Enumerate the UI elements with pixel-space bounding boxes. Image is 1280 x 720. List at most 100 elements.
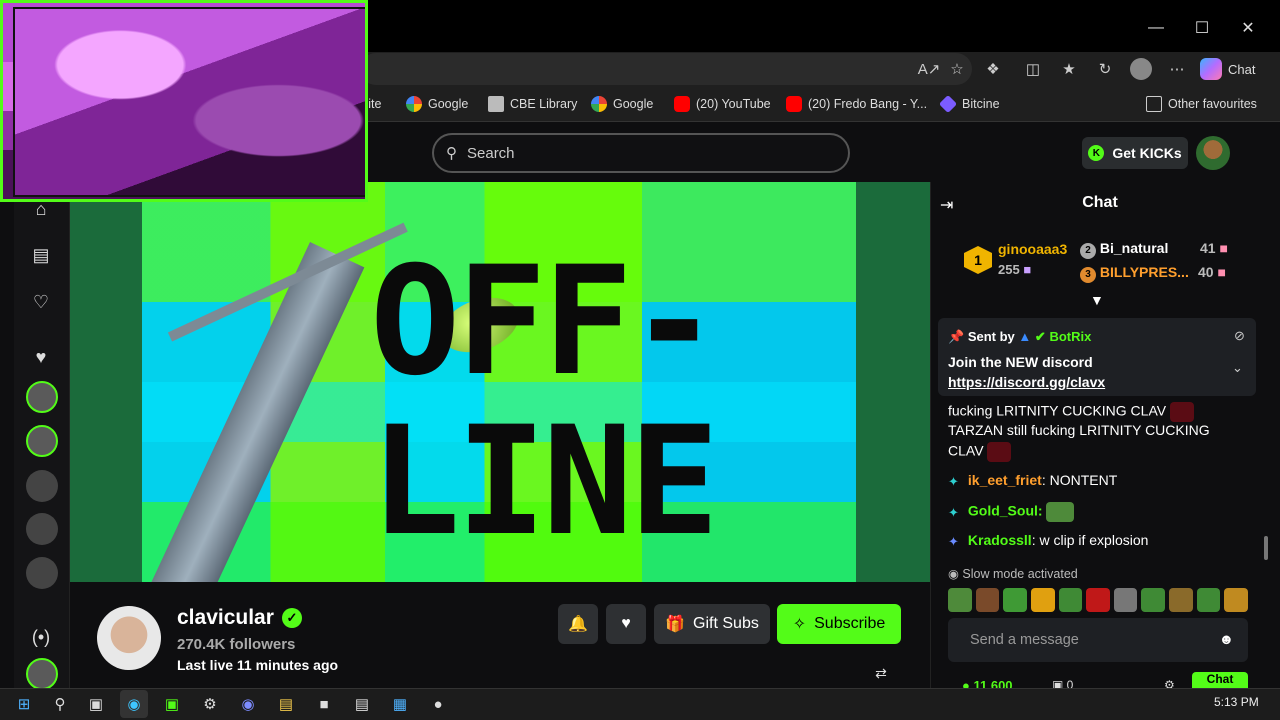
emote-icon[interactable] <box>1169 588 1193 612</box>
app-icon[interactable]: ▤ <box>348 690 376 718</box>
get-kicks-button[interactable]: K Get KICKs <box>1082 137 1188 169</box>
start-icon[interactable]: ⊞ <box>10 690 38 718</box>
more-icon[interactable]: ⋯ <box>1166 58 1188 80</box>
leaderboard-row-2[interactable]: 2 Bi_natural <box>1080 240 1168 259</box>
favorite-item[interactable]: CBE Library <box>488 94 577 114</box>
emote-icon[interactable] <box>948 588 972 612</box>
leaderboard-user: Bi_natural <box>1099 240 1169 256</box>
read-aloud-icon[interactable]: A↗ <box>918 58 941 80</box>
share-icon[interactable]: ⇄ <box>872 664 890 682</box>
leaderboard-user: BILLYPRES... <box>1099 264 1189 280</box>
extensions-icon[interactable]: ❖ <box>982 58 1004 80</box>
obs-icon[interactable]: ● <box>424 690 452 718</box>
chat-username[interactable]: Gold_Soul: <box>968 503 1043 519</box>
offline-banner-text: OFF- LINE <box>370 242 850 562</box>
followed-channel-avatar[interactable] <box>26 425 58 457</box>
browse-icon[interactable]: ▤ <box>26 240 56 270</box>
channel-name[interactable]: clavicular ✓ <box>177 606 302 630</box>
chat-message-text: : w clip if explosion <box>1031 532 1149 548</box>
search-input[interactable]: ⚲ Search <box>432 133 850 173</box>
favorite-item[interactable]: Google <box>406 94 468 114</box>
followed-channel-avatar[interactable] <box>26 381 58 413</box>
following-heart-icon[interactable]: ♡ <box>26 287 56 317</box>
notification-bell-button[interactable]: 🔔 <box>558 604 598 644</box>
chat-message: ✦ Gold_Soul: <box>948 502 1075 522</box>
kick-app-icon[interactable]: ▣ <box>158 690 186 718</box>
close-icon[interactable]: ✕ <box>1234 14 1262 42</box>
emote-icon[interactable] <box>1030 588 1055 612</box>
steam-icon[interactable]: ⚙ <box>196 690 224 718</box>
subscribe-button[interactable]: ✧ Subscribe <box>777 604 901 644</box>
chat-scrollbar[interactable] <box>1264 536 1268 560</box>
copilot-icon <box>1200 58 1222 80</box>
chevron-down-icon[interactable]: ⌄ <box>1232 360 1243 376</box>
leaderboard-amount-value: 41 <box>1200 240 1216 256</box>
favorite-star-icon[interactable]: ☆ <box>946 58 968 80</box>
leaderboard-user[interactable]: ginooaaa3 <box>998 241 1067 257</box>
favorite-item[interactable]: (20) Fredo Bang - Y... <box>786 94 927 114</box>
favorite-label: (20) YouTube <box>696 97 771 111</box>
channel-avatar[interactable] <box>97 606 161 670</box>
chat-username[interactable]: ik_eet_friet <box>968 472 1042 488</box>
task-view-icon[interactable]: ▣ <box>82 690 110 718</box>
favorite-label: Bitcine <box>962 97 1000 111</box>
emote-icon[interactable] <box>1113 588 1138 612</box>
chat-username[interactable]: Kradossll <box>968 532 1032 548</box>
subscriber-badge-icon: ✦ <box>948 505 959 520</box>
minimize-icon[interactable]: — <box>1142 14 1170 42</box>
chat-message-input[interactable]: Send a message ☻ <box>948 618 1248 662</box>
recommended-channel-avatar[interactable] <box>26 658 58 690</box>
youtube-icon <box>786 96 802 112</box>
gift-icon: 🎁 <box>665 616 686 633</box>
emote-icon[interactable] <box>1224 588 1249 612</box>
profile-icon[interactable] <box>1130 58 1152 80</box>
favorite-label: Google <box>613 97 654 111</box>
emote-icon[interactable] <box>1141 588 1166 612</box>
collapse-chat-icon[interactable]: ⇥ <box>940 195 960 215</box>
emote-icon[interactable] <box>975 588 1000 612</box>
emote-bar <box>948 588 1249 614</box>
maximize-icon[interactable]: ☐ <box>1188 14 1216 42</box>
epic-games-icon[interactable]: ■ <box>310 690 338 718</box>
favorite-item[interactable]: Google <box>591 94 653 114</box>
bitcine-icon <box>938 94 958 114</box>
discord-icon[interactable]: ◉ <box>234 690 262 718</box>
gift-subs-button[interactable]: 🎁 Gift Subs <box>654 604 770 644</box>
leaderboard-row-3[interactable]: 3 BILLYPRES... <box>1080 264 1189 283</box>
hide-pinned-icon[interactable]: ⊘ <box>1234 328 1245 344</box>
favorite-item[interactable]: (20) YouTube <box>674 94 771 114</box>
pinned-author[interactable]: BotRix <box>1049 329 1091 344</box>
chat-title: Chat <box>1082 194 1118 211</box>
google-icon <box>406 96 422 112</box>
follow-button[interactable]: ♥ <box>606 604 646 644</box>
followed-channel-avatar[interactable] <box>26 513 58 545</box>
chat-send-button[interactable]: Chat <box>1192 672 1248 688</box>
slow-mode-notice: ◉ Slow mode activated <box>948 566 1078 581</box>
emote-icon[interactable] <box>1058 588 1083 612</box>
search-icon[interactable]: ⚲ <box>46 690 74 718</box>
pinned-link[interactable]: https://discord.gg/clavx <box>948 374 1105 390</box>
snail-icon: ◉ <box>948 567 959 581</box>
edge-browser-icon[interactable]: ◉ <box>120 690 148 718</box>
followed-channel-avatar[interactable] <box>26 470 58 502</box>
emote-icon[interactable] <box>1086 588 1110 612</box>
favorite-item[interactable]: Bitcine <box>938 94 1000 114</box>
chat-message-text: fucking LRITNITY CUCKING CLAV <box>948 402 1167 419</box>
verified-icon: ✔ <box>1034 329 1046 344</box>
favorites-icon[interactable]: ★ <box>1058 58 1080 80</box>
split-screen-icon[interactable]: ◫ <box>1022 58 1044 80</box>
emote-icon <box>1046 502 1075 522</box>
followed-channel-avatar[interactable] <box>26 557 58 589</box>
copilot-button[interactable]: Chat <box>1200 56 1270 82</box>
emoji-icon[interactable]: ☻ <box>1219 632 1234 648</box>
user-avatar[interactable] <box>1196 136 1230 170</box>
video-player[interactable]: OFF- LINE <box>70 182 930 582</box>
history-icon[interactable]: ↻ <box>1094 58 1116 80</box>
store-icon[interactable]: ▦ <box>386 690 414 718</box>
address-bar[interactable] <box>360 53 972 85</box>
emote-icon[interactable] <box>1003 588 1027 612</box>
expand-leaderboard-icon[interactable]: ▼ <box>1090 292 1104 308</box>
file-explorer-icon[interactable]: ▤ <box>272 690 300 718</box>
emote-icon[interactable] <box>1196 588 1221 612</box>
other-favourites[interactable]: Other favourites <box>1146 94 1257 114</box>
